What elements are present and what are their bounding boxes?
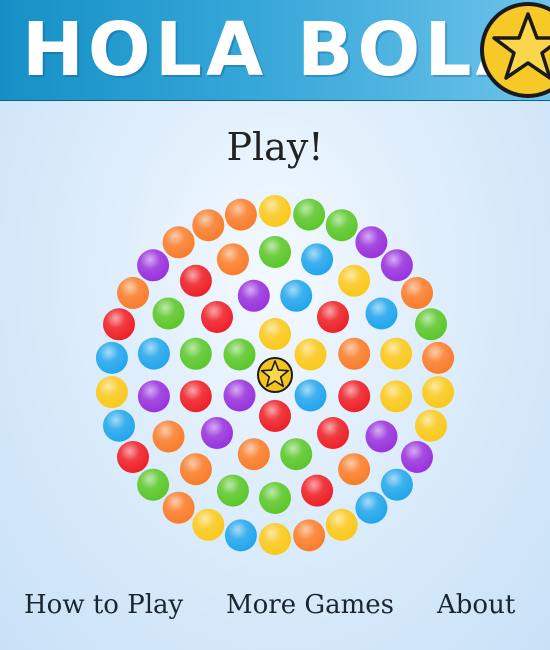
ball-red[interactable] [338,380,371,413]
ball-yellow[interactable] [192,508,225,541]
how-to-play-link[interactable]: How to Play [24,590,183,620]
ball-green[interactable] [152,297,185,330]
ball-yellow[interactable] [422,376,455,409]
ball-orange[interactable] [117,277,149,309]
ball-green[interactable] [259,482,291,514]
ball-blue[interactable] [224,519,257,552]
ball-purple[interactable] [401,441,433,473]
ball-yellow[interactable] [415,409,447,442]
ball-blue[interactable] [137,337,170,370]
ball-blue[interactable] [95,341,128,374]
play-button[interactable]: Play! [0,125,550,169]
ball-green[interactable] [259,236,291,268]
ball-blue[interactable] [294,379,327,412]
ball-blue[interactable] [280,279,313,312]
ball-orange[interactable] [224,198,257,231]
ball-yellow[interactable] [380,337,413,370]
ball-green[interactable] [223,338,256,371]
ball-yellow[interactable] [338,264,371,297]
ball-purple[interactable] [137,249,170,282]
ball-green[interactable] [293,198,326,231]
ball-yellow[interactable] [325,508,358,541]
ball-blue[interactable] [355,491,388,524]
ball-orange[interactable] [338,337,371,370]
ball-red[interactable] [301,474,334,507]
ball-yellow[interactable] [380,380,413,413]
ball-purple[interactable] [380,249,413,282]
header-bar: HOLA BOLA! [0,0,550,101]
ball-orange[interactable] [179,453,212,486]
star-icon [257,357,293,393]
ball-red[interactable] [259,400,291,432]
ball-orange[interactable] [152,420,185,453]
ball-purple[interactable] [223,379,256,412]
about-link[interactable]: About [437,590,515,620]
ball-green[interactable] [179,337,212,370]
ball-orange[interactable] [192,209,225,242]
ball-orange[interactable] [237,438,270,471]
ball-red[interactable] [317,301,349,333]
ball-purple[interactable] [137,380,170,413]
more-games-link[interactable]: More Games [226,590,394,620]
ball-red[interactable] [179,380,212,413]
ball-orange[interactable] [422,341,455,374]
ball-orange[interactable] [338,453,371,486]
ball-red[interactable] [117,441,149,473]
ball-orange[interactable] [293,519,326,552]
ball-red[interactable] [103,308,135,341]
ball-orange[interactable] [401,277,433,309]
ball-purple[interactable] [355,226,388,259]
ball-yellow[interactable] [259,318,291,350]
ball-blue[interactable] [380,468,413,501]
ball-red[interactable] [317,417,349,449]
ball-purple[interactable] [201,417,233,449]
ball-green[interactable] [280,438,313,471]
ball-green[interactable] [137,468,170,501]
ball-orange[interactable] [162,491,195,524]
game-title: HOLA BOLA! [22,7,550,93]
star-ball-icon [480,2,550,98]
ball-yellow[interactable] [294,338,327,371]
ball-blue[interactable] [103,409,135,442]
ball-red[interactable] [201,301,233,333]
ball-green[interactable] [216,474,249,507]
ball-green[interactable] [415,308,447,341]
ball-red[interactable] [179,264,212,297]
ball-yellow[interactable] [259,523,291,555]
ball-orange[interactable] [216,243,249,276]
ball-blue[interactable] [365,297,398,330]
ball-purple[interactable] [237,279,270,312]
ball-green[interactable] [325,209,358,242]
ball-purple[interactable] [365,420,398,453]
ball-yellow[interactable] [95,376,128,409]
ball-yellow[interactable] [259,195,291,227]
ball-blue[interactable] [301,243,334,276]
ball-orange[interactable] [162,226,195,259]
